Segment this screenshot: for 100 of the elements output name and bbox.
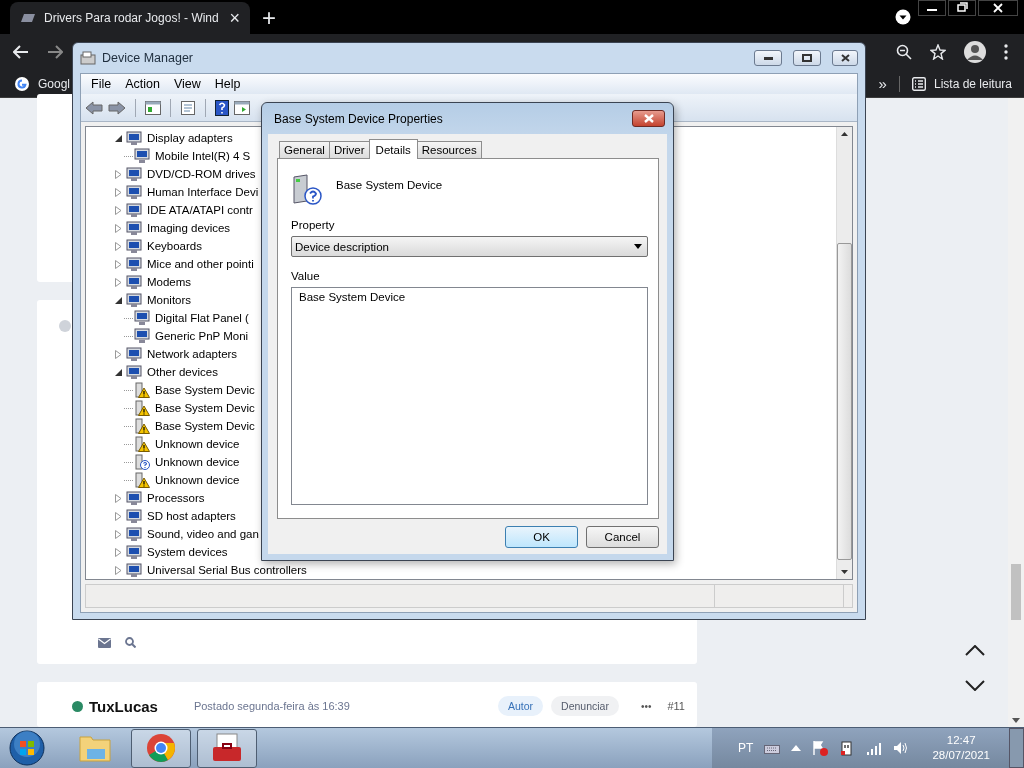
close-tab-button[interactable]: × (229, 9, 240, 27)
tree-item[interactable]: Mobile Intel(R) 4 S (155, 150, 251, 162)
flag-icon[interactable] (812, 740, 829, 756)
window-icon[interactable] (145, 100, 161, 115)
expand-icon[interactable] (115, 547, 122, 557)
author-badge[interactable]: Autor (497, 696, 544, 716)
close-icon[interactable] (978, 0, 1018, 16)
forward-arrow-icon[interactable] (47, 45, 63, 59)
scroll-down-icon[interactable] (841, 570, 848, 574)
start-button[interactable] (9, 730, 45, 766)
collapse-icon[interactable] (115, 134, 122, 142)
show-hidden-icons-icon[interactable] (791, 745, 802, 751)
tree-item[interactable]: Network adapters (147, 348, 238, 360)
new-tab-button[interactable]: + (262, 6, 276, 30)
tree-item[interactable]: Generic PnP Moni (155, 330, 249, 342)
expand-icon[interactable] (115, 493, 122, 503)
tab[interactable]: Resources (416, 141, 482, 158)
menu-item[interactable]: Action (119, 77, 166, 91)
scrollbar[interactable] (836, 127, 852, 579)
tree-item[interactable]: Mice and other pointi (147, 258, 254, 270)
reading-list-button[interactable]: Lista de leitura (911, 76, 1012, 91)
browser-tab[interactable]: Drivers Para rodar Jogos! - Wind × (10, 2, 250, 34)
scroll-down-icon[interactable] (1012, 718, 1020, 723)
menu-item[interactable]: File (85, 77, 118, 91)
value-item[interactable]: Base System Device (299, 291, 406, 303)
post-number[interactable]: #11 (667, 700, 685, 712)
star-icon[interactable] (930, 44, 946, 60)
close-button[interactable] (632, 110, 665, 127)
tree-item[interactable]: Sound, video and gan (147, 528, 259, 540)
expand-icon[interactable] (115, 205, 122, 215)
zoom-icon[interactable] (896, 44, 912, 60)
collapse-icon[interactable] (115, 296, 122, 304)
menu-icon[interactable] (1004, 44, 1008, 60)
tree-item[interactable]: IDE ATA/ATAPI contr (147, 204, 253, 216)
expand-icon[interactable] (115, 511, 122, 521)
forward-arrow-icon[interactable] (108, 100, 126, 115)
bookmark[interactable]: Googl (14, 75, 71, 92)
expand-icon[interactable] (115, 529, 122, 539)
menu-item[interactable]: View (167, 77, 207, 91)
more-button[interactable]: ••• (640, 700, 652, 712)
tree-item[interactable]: Base System Devic (155, 384, 255, 396)
chevron-down-icon[interactable] (965, 680, 985, 691)
maximize-button[interactable] (793, 50, 821, 66)
tree-item[interactable]: Other devices (147, 366, 218, 378)
bookmarks-overflow-button[interactable]: » (878, 75, 887, 92)
tree-item[interactable]: SD host adapters (147, 510, 236, 522)
collapse-icon[interactable] (115, 368, 122, 376)
cancel-button[interactable]: Cancel (586, 526, 659, 548)
tree-item[interactable]: Keyboards (147, 240, 202, 252)
restore-icon[interactable] (948, 0, 976, 16)
mail-icon[interactable] (98, 637, 111, 648)
search-icon[interactable] (125, 637, 136, 648)
window-icon[interactable] (234, 100, 250, 115)
author-name[interactable]: TuxLucas (89, 697, 158, 715)
chevron-up-icon[interactable] (965, 645, 985, 656)
expand-icon[interactable] (115, 349, 122, 359)
scrollbar-thumb[interactable] (837, 243, 852, 560)
tab[interactable]: Details (368, 139, 418, 159)
taskbar-app[interactable] (197, 728, 257, 768)
expand-icon[interactable] (115, 187, 122, 197)
minimize-button[interactable] (754, 50, 782, 66)
tree-item[interactable]: Universal Serial Bus controllers (147, 564, 307, 576)
tree-item[interactable]: Digital Flat Panel ( (155, 312, 249, 324)
taskbar-app[interactable] (131, 728, 191, 768)
tree-item[interactable]: Monitors (147, 294, 192, 306)
tab[interactable]: General (279, 141, 330, 158)
expand-icon[interactable] (115, 259, 122, 269)
expand-icon[interactable] (115, 241, 122, 251)
close-button[interactable] (832, 50, 858, 66)
property-dropdown[interactable]: Device description (291, 236, 648, 257)
expand-icon[interactable] (115, 277, 122, 287)
scroll-up-icon[interactable] (841, 132, 848, 136)
tree-item[interactable]: Human Interface Devi (147, 186, 259, 198)
report-button[interactable]: Denunciar (551, 696, 619, 716)
tree-item[interactable]: DVD/CD-ROM drives (147, 168, 256, 180)
tree-item[interactable]: Unknown device (155, 474, 240, 486)
expand-icon[interactable] (115, 169, 122, 179)
tree-item[interactable]: Base System Devic (155, 402, 255, 414)
scrollbar-thumb[interactable] (1011, 564, 1021, 620)
expand-icon[interactable] (115, 223, 122, 233)
signal-icon[interactable] (866, 741, 883, 755)
tree-item[interactable]: Imaging devices (147, 222, 231, 234)
tree-item[interactable]: Display adapters (147, 132, 233, 144)
ok-button[interactable]: OK (505, 526, 578, 548)
volume-icon[interactable] (893, 740, 910, 756)
avatar-icon[interactable] (964, 41, 986, 63)
tab-search-icon[interactable] (895, 9, 911, 25)
tree-item[interactable]: Unknown device (155, 438, 240, 450)
keyboard-icon[interactable] (764, 742, 781, 754)
tree-item[interactable]: Modems (147, 276, 192, 288)
menu-item[interactable]: Help (208, 77, 247, 91)
tree-item[interactable]: Processors (147, 492, 205, 504)
help-icon[interactable] (215, 99, 229, 116)
tree-item[interactable]: Base System Devic (155, 420, 255, 432)
expand-icon[interactable] (115, 565, 122, 575)
tree-item[interactable]: System devices (147, 546, 228, 558)
minimize-icon[interactable] (918, 0, 946, 16)
tree-item[interactable]: Unknown device (155, 456, 240, 468)
tab[interactable]: Driver (328, 141, 370, 158)
show-desktop-button[interactable] (1009, 728, 1024, 768)
